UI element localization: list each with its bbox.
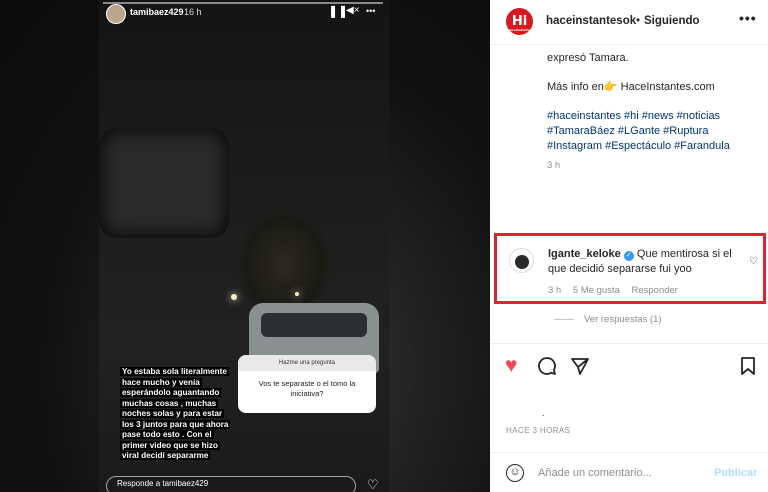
hashtags-line-2[interactable]: #TamaraBáez #LGante #Ruptura (547, 124, 708, 140)
question-sticker: Hazme una pregunta Vos te separaste o el… (238, 355, 376, 413)
comment-time: 3 h (548, 285, 562, 296)
comment-input[interactable] (538, 465, 698, 481)
more-options-icon[interactable]: ••• (739, 10, 757, 26)
save-icon[interactable] (740, 356, 756, 381)
question-sticker-header: Hazme una pregunta (238, 355, 376, 371)
commenter-username[interactable]: lgante_keloke (548, 248, 621, 260)
story-time: 16 h (184, 7, 202, 17)
comment-icon[interactable] (537, 356, 557, 381)
story-caption: Yo estaba sola literalmente hace mucho y… (120, 367, 231, 462)
publish-button[interactable]: Publicar (714, 467, 757, 479)
story-avatar (106, 4, 126, 24)
comment-likes[interactable]: 5 Me gusta (573, 285, 620, 296)
instagram-post-viewer: tamibaez429 16 h ❚❚ ◀× ••• Yo estaba sol… (0, 0, 768, 492)
hashtags-line-3[interactable]: #Instagram #Espectáculo #Farandula (547, 139, 730, 155)
like-heart-icon[interactable]: ♥ (505, 355, 517, 376)
comment-like-icon[interactable]: ♡ (749, 256, 758, 267)
logo-text: Hi (511, 14, 528, 29)
verified-badge-icon: ✓ (623, 251, 634, 261)
account-username[interactable]: haceinstantesok (546, 15, 636, 27)
post-sidebar: Hi HaceInstantes haceinstantesok • Sigui… (490, 0, 768, 492)
post-header: Hi HaceInstantes haceinstantesok • Sigui… (490, 0, 768, 45)
action-bar: ♥ (490, 343, 768, 391)
emoji-icon[interactable]: ☺ (506, 464, 524, 482)
share-icon[interactable] (570, 356, 590, 381)
story-caption-text: Yo estaba sola literalmente hace mucho y… (120, 367, 231, 460)
highlighted-comment: lgante_keloke ✓ Que mentirosa si el que … (494, 233, 766, 304)
following-button[interactable]: Siguiendo (644, 15, 700, 27)
mute-icon: ◀× (346, 5, 360, 16)
comment-meta: 3 h 5 Me gusta Responder (548, 285, 687, 296)
view-replies-button[interactable]: Ver respuestas (1) (554, 314, 662, 325)
story-reply-field: Responde a tamibaez429 (106, 476, 356, 492)
hashtags-line-1[interactable]: #haceinstantes #hi #news #noticias (547, 109, 720, 125)
post-media[interactable]: tamibaez429 16 h ❚❚ ◀× ••• Yo estaba sol… (0, 0, 490, 492)
story-more-icon: ••• (366, 6, 376, 16)
reply-button[interactable]: Responder (632, 285, 678, 296)
website-link[interactable]: HaceInstantes.com (621, 81, 715, 93)
heart-icon: ♡ (367, 477, 379, 492)
post-date[interactable]: HACE 3 HORAS (506, 426, 570, 435)
comment-composer: ☺ Publicar (490, 452, 768, 492)
more-info-line: Más info en👉 HaceInstantes.com (547, 80, 715, 96)
replies-divider (554, 318, 574, 320)
commenter-avatar[interactable] (509, 248, 534, 273)
pointing-hand-icon: 👉 (603, 81, 618, 93)
street-light (295, 292, 299, 296)
rearview-mirror (99, 128, 229, 238)
likes-count[interactable]: . (542, 408, 545, 418)
question-sticker-text: Vos te separaste o el tomo la iniciativa… (258, 379, 356, 398)
view-replies-label: Ver respuestas (1) (584, 314, 662, 325)
separator-dot: • (636, 15, 641, 27)
comment-body: lgante_keloke ✓ Que mentirosa si el que … (548, 247, 753, 277)
caption-timestamp: 3 h (547, 160, 561, 171)
caption-line: expresó Tamara. (547, 52, 629, 64)
account-avatar[interactable]: Hi HaceInstantes (506, 8, 533, 35)
street-light (231, 294, 237, 300)
story-username: tamibaez429 (130, 7, 184, 17)
logo-subtext: HaceInstantes (507, 28, 532, 32)
more-info-prefix: Más info en (547, 81, 604, 93)
